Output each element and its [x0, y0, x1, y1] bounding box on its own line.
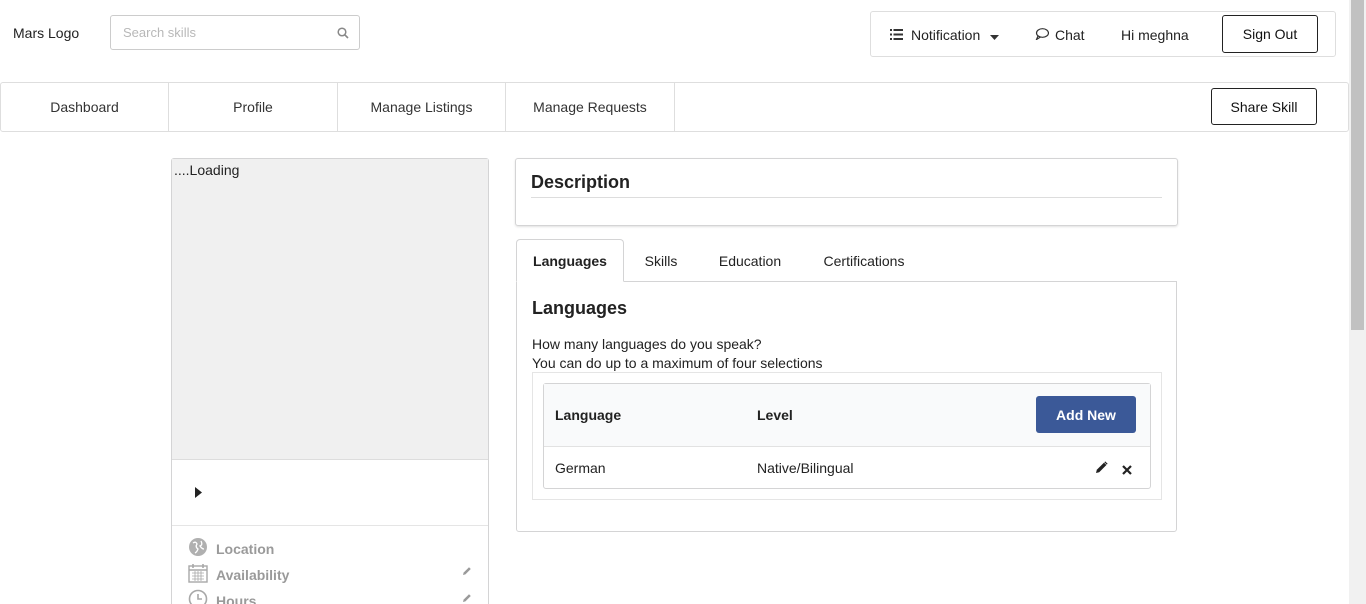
- languages-table-wrapper: Language Level Add New German Native/Bil…: [532, 372, 1162, 500]
- profile-image-alt: ....Loading: [174, 162, 240, 178]
- location-label: Location: [216, 540, 275, 557]
- tab-certifications[interactable]: Certifications: [808, 239, 920, 282]
- column-header-language: Language: [555, 407, 622, 423]
- share-skill-button[interactable]: Share Skill: [1211, 88, 1317, 125]
- description-title: Description: [531, 172, 631, 192]
- chat-link[interactable]: Chat: [1035, 27, 1085, 43]
- notification-dropdown[interactable]: Notification: [890, 27, 1000, 43]
- nav-item-dashboard[interactable]: Dashboard: [1, 83, 169, 131]
- search-icon[interactable]: [337, 26, 349, 42]
- pencil-icon[interactable]: [1095, 461, 1108, 477]
- media-controls: [172, 461, 488, 526]
- profile-tabs: Languages Skills Education Certification…: [516, 239, 1177, 282]
- globe-icon: [188, 537, 216, 560]
- languages-panel: Languages How many languages do you spea…: [516, 281, 1177, 532]
- tab-languages[interactable]: Languages: [516, 239, 624, 282]
- tab-education[interactable]: Education: [702, 239, 798, 282]
- edit-hours-pencil-icon[interactable]: [462, 590, 472, 604]
- list-icon: [890, 27, 903, 43]
- chat-bubble-icon: [1035, 27, 1050, 43]
- description-card: Description: [515, 158, 1178, 226]
- page-scrollbar[interactable]: [1349, 0, 1366, 604]
- close-icon[interactable]: [1122, 462, 1132, 478]
- play-icon[interactable]: [195, 485, 202, 501]
- languages-title: Languages: [532, 298, 628, 318]
- search-box: [110, 15, 360, 50]
- mars-logo[interactable]: Mars Logo: [13, 25, 79, 41]
- description-divider: [531, 197, 1162, 198]
- caret-down-icon: [990, 27, 1000, 43]
- add-new-language-button[interactable]: Add New: [1036, 396, 1136, 433]
- notification-label: Notification: [911, 27, 981, 43]
- main-navbar: Dashboard Profile Manage Listings Manage…: [0, 82, 1349, 132]
- top-menu: Notification Chat Hi meghna Sign Out: [870, 11, 1336, 57]
- table-cell-level: Native/Bilingual: [757, 460, 854, 476]
- availability-row: Availability: [188, 563, 289, 586]
- table-header: Language Level Add New: [544, 384, 1150, 447]
- chat-label: Chat: [1055, 27, 1085, 43]
- sign-out-button[interactable]: Sign Out: [1222, 15, 1318, 53]
- location-row: Location: [188, 537, 274, 560]
- clock-icon: [188, 589, 216, 604]
- table-cell-language: German: [555, 460, 606, 476]
- nav-item-manage-requests[interactable]: Manage Requests: [506, 83, 675, 131]
- availability-label: Availability: [216, 566, 290, 583]
- nav-item-manage-listings[interactable]: Manage Listings: [338, 83, 506, 131]
- languages-hint: You can do up to a maximum of four selec…: [532, 355, 823, 371]
- languages-table: Language Level Add New German Native/Bil…: [543, 383, 1151, 489]
- scrollbar-thumb[interactable]: [1351, 0, 1364, 330]
- profile-image: ....Loading: [172, 159, 488, 460]
- languages-question: How many languages do you speak?: [532, 336, 762, 352]
- nav-item-profile[interactable]: Profile: [169, 83, 338, 131]
- calendar-icon: [188, 563, 216, 586]
- hours-row: Hours: [188, 589, 256, 604]
- tab-skills[interactable]: Skills: [624, 239, 698, 282]
- column-header-level: Level: [757, 407, 793, 423]
- edit-availability-pencil-icon[interactable]: [462, 563, 472, 579]
- hours-label: Hours: [216, 592, 257, 604]
- user-greeting: Hi meghna: [1121, 27, 1189, 43]
- search-input[interactable]: [123, 16, 333, 49]
- profile-card: ....Loading Location Availability Hours: [171, 158, 489, 604]
